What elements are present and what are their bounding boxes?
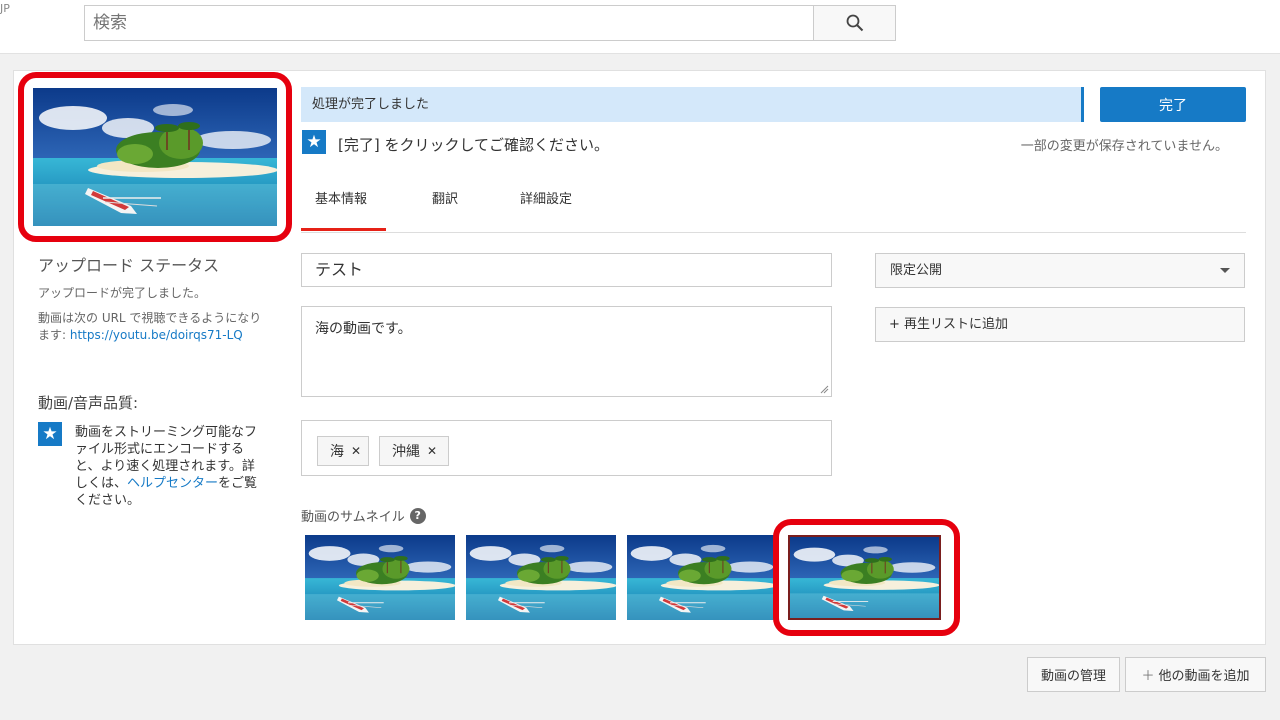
top-bar: JP (0, 0, 1280, 54)
upload-status-title: アップロード ステータス (38, 256, 220, 275)
privacy-value: 限定公開 (890, 263, 943, 278)
plus-icon: ＋ (1141, 669, 1155, 684)
unsaved-changes-text: 一部の変更が保存されていません。 (1020, 139, 1228, 154)
done-hint-text: [完了] をクリックしてご確認ください。 (338, 136, 610, 154)
video-preview-thumbnail[interactable] (33, 88, 277, 226)
quality-title: 動画/音声品質: (38, 394, 139, 412)
done-button[interactable]: 完了 (1100, 87, 1246, 122)
manage-videos-button[interactable]: 動画の管理 (1027, 657, 1120, 692)
search-input[interactable] (84, 5, 814, 41)
add-more-label: 他の動画を追加 (1158, 669, 1250, 684)
thumbnail-option[interactable] (466, 535, 616, 620)
tag-chip: 沖縄 ✕ (379, 436, 449, 466)
add-to-playlist-button[interactable]: + 再生リストに追加 (875, 307, 1245, 342)
title-field[interactable]: テスト (301, 253, 832, 287)
region-label: JP (0, 2, 10, 15)
tab-advanced-settings[interactable]: 詳細設定 (520, 188, 572, 207)
privacy-select[interactable]: 限定公開 (875, 253, 1245, 288)
chevron-down-icon (1220, 268, 1230, 273)
add-more-videos-button[interactable]: ＋他の動画を追加 (1125, 657, 1266, 692)
active-tab-indicator (301, 228, 386, 231)
thumbnail-option[interactable] (305, 535, 455, 620)
tab-translation[interactable]: 翻訳 (432, 188, 458, 207)
tag-chip: 海 ✕ (317, 436, 369, 466)
tag-label: 沖縄 (392, 444, 420, 460)
tab-basic-info[interactable]: 基本情報 (315, 188, 367, 207)
thumbnail-label: 動画のサムネイル (301, 510, 405, 525)
quality-text: 動画をストリーミング可能なファイル形式にエンコードすると、より速く処理されます。… (75, 424, 265, 509)
remove-tag-icon[interactable]: ✕ (427, 444, 437, 458)
star-icon: ★ (38, 422, 62, 446)
upload-complete-text: アップロードが完了しました。 (38, 286, 207, 300)
help-center-link[interactable]: ヘルプセンター (127, 476, 218, 491)
thumbnail-option-selected[interactable] (788, 535, 941, 620)
help-icon[interactable]: ? (409, 507, 426, 524)
tags-field[interactable]: 海 ✕ 沖縄 ✕ (301, 420, 832, 476)
video-url-text: 動画は次の URL で視聴できるようになります: https://youtu.b… (38, 310, 266, 344)
search-button[interactable] (813, 5, 896, 41)
search-icon (846, 14, 863, 32)
thumbnail-section-label: 動画のサムネイル ? (301, 506, 426, 525)
star-icon: ★ (302, 130, 326, 154)
resize-handle-icon[interactable] (819, 384, 829, 394)
tab-bar: 基本情報 翻訳 詳細設定 (301, 175, 1246, 233)
remove-tag-icon[interactable]: ✕ (351, 444, 361, 458)
processing-progress-bar: 処理が完了しました (301, 87, 1084, 122)
description-field[interactable]: 海の動画です。 (301, 306, 832, 397)
thumbnail-option[interactable] (627, 535, 777, 620)
tag-label: 海 (330, 444, 344, 460)
video-url-link[interactable]: https://youtu.be/doirqs71-LQ (70, 328, 243, 342)
